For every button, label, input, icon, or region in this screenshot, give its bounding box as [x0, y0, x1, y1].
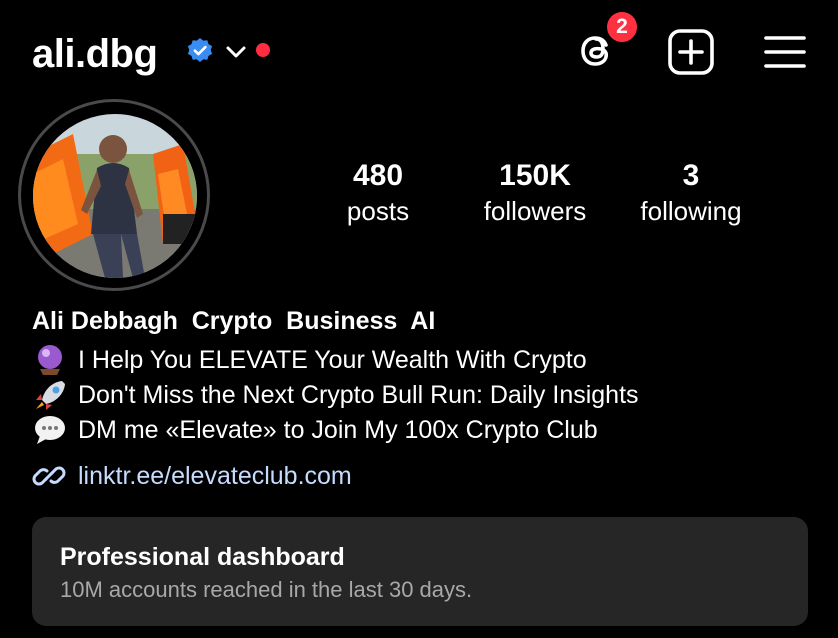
bio-link[interactable]: linktr.ee/elevateclub.com: [32, 458, 352, 494]
stat-following[interactable]: 3 following: [628, 157, 754, 227]
profile-display-name: Ali Debbagh Crypto Business AI: [32, 307, 436, 335]
stat-label: following: [640, 196, 742, 226]
bio-text: DM me «Elevate» to Join My 100x Crypto C…: [78, 416, 598, 444]
stat-label: followers: [483, 196, 587, 226]
stat-value: 150K: [499, 159, 571, 192]
dashboard-title: Professional dashboard: [60, 543, 345, 571]
stat-value: 3: [682, 159, 700, 192]
bio-text: I Help You ELEVATE Your Wealth With Cryp…: [78, 346, 587, 374]
stat-label: posts: [346, 196, 410, 226]
crystal-ball-icon: [38, 345, 62, 375]
menu-icon[interactable]: [762, 32, 808, 72]
speech-bubble-icon: [35, 416, 65, 444]
verified-badge-icon: [187, 38, 213, 62]
dashboard-subtitle: 10M accounts reached in the last 30 days…: [60, 577, 473, 602]
bio-link-text[interactable]: linktr.ee/elevateclub.com: [78, 459, 352, 493]
avatar-photo: [33, 114, 197, 278]
bio-line: DM me «Elevate» to Join My 100x Crypto C…: [32, 413, 598, 447]
stat-posts[interactable]: 480 posts: [326, 157, 430, 227]
bio-line: I Help You ELEVATE Your Wealth With Cryp…: [32, 343, 587, 377]
link-icon: [32, 466, 66, 486]
bio-line: Don't Miss the Next Crypto Bull Run: Dai…: [32, 378, 639, 412]
bio-text: Don't Miss the Next Crypto Bull Run: Dai…: [78, 381, 639, 409]
notification-dot: [256, 43, 270, 57]
create-plus-icon[interactable]: [666, 28, 716, 76]
threads-notification-badge: 2: [604, 9, 640, 45]
chevron-down-icon[interactable]: [224, 44, 248, 60]
rocket-icon: [36, 381, 65, 410]
professional-dashboard-card[interactable]: Professional dashboard 10M accounts reac…: [32, 517, 808, 626]
profile-username[interactable]: ali.dbg: [32, 30, 158, 78]
stat-followers[interactable]: 150K followers: [470, 157, 600, 227]
avatar[interactable]: [33, 114, 197, 278]
stat-value: 480: [352, 159, 404, 192]
